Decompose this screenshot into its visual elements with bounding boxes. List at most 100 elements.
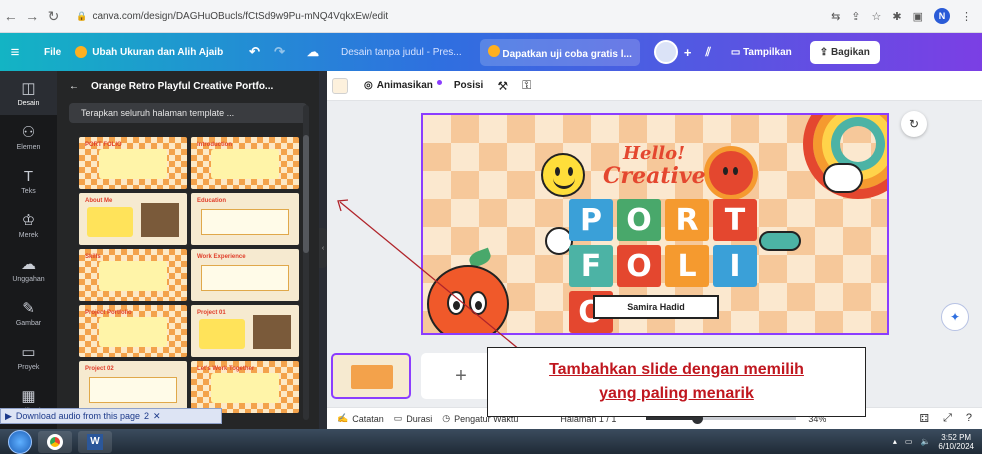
rail-item-merek[interactable]: ♔ Merek <box>0 203 57 247</box>
cloud-save-icon[interactable]: ☁ <box>307 45 319 59</box>
word-icon: W <box>87 433 103 450</box>
page-thumbnail[interactable] <box>331 353 411 399</box>
duration-label: Durasi <box>406 413 433 424</box>
redo-icon[interactable]: ↷ <box>274 44 285 60</box>
duration-button[interactable]: ▭ Durasi <box>394 413 433 424</box>
projects-icon: ▭ <box>21 344 36 361</box>
smiley-graphic <box>541 153 585 197</box>
context-toolbar: ◎ Animasikan Posisi ⚒ ⚿ <box>327 71 982 101</box>
thumbnail-card <box>201 209 289 235</box>
notes-button[interactable]: ✍ Catatan <box>337 413 384 424</box>
template-thumbnail[interactable]: Let's Work Together <box>191 361 299 413</box>
apple-character-graphic <box>427 265 509 333</box>
insights-chart-icon[interactable]: ⫽ <box>705 45 710 60</box>
share-icon[interactable]: ⇪ <box>851 10 860 23</box>
rail-item-elemen[interactable]: ⚇ Elemen <box>0 115 57 159</box>
grid-view-icon[interactable]: ⚃ <box>920 412 930 425</box>
reload-icon[interactable]: ↻ <box>43 8 64 25</box>
flower-graphic <box>709 151 753 195</box>
share-button[interactable]: ⇪ Bagikan <box>809 40 880 64</box>
profile-avatar[interactable]: N <box>934 8 951 24</box>
regenerate-icon[interactable]: ↻ <box>901 111 927 137</box>
template-thumbnail[interactable]: Introduction <box>191 137 299 189</box>
close-icon[interactable]: ✕ <box>153 411 161 422</box>
present-label: Tampilkan <box>743 46 792 58</box>
network-icon[interactable]: ▭ <box>905 437 913 446</box>
duration-icon: ▭ <box>393 413 403 423</box>
letter-block: P <box>569 199 613 241</box>
rail-item-teks[interactable]: T Teks <box>0 159 57 203</box>
background-color-swatch[interactable] <box>332 77 348 94</box>
forward-icon[interactable]: → <box>21 8 42 24</box>
thumbnail-title: Project 02 <box>85 366 114 372</box>
thumbnail-title: Work Experience <box>197 254 246 260</box>
cloud-graphic <box>823 163 863 193</box>
back-icon[interactable]: ← <box>0 8 21 24</box>
collapse-panel-handle[interactable]: ‹ <box>319 228 327 268</box>
address-bar[interactable]: 🔒 canva.com/design/DAGHuOBucls/fCtSd9w9P… <box>72 5 831 27</box>
position-button[interactable]: Posisi <box>454 80 483 91</box>
template-thumbnail[interactable]: Education <box>191 193 299 245</box>
system-clock[interactable]: 3:52 PM 6/10/2024 <box>938 433 974 451</box>
name-textbox[interactable]: Samira Hadid <box>593 295 719 319</box>
letter-block: O <box>617 199 661 241</box>
bookmark-star-icon[interactable]: ☆ <box>872 10 882 23</box>
template-thumbnail[interactable]: Project Portfolio <box>79 305 187 357</box>
new-badge-dot <box>436 80 442 85</box>
file-menu[interactable]: File <box>44 47 61 58</box>
template-thumbnail[interactable]: About Me <box>79 193 187 245</box>
taskbar-word[interactable]: W <box>78 430 112 453</box>
eyes-graphic <box>759 231 801 251</box>
resize-button[interactable]: Ubah Ukuran dan Alih Ajaib <box>75 46 223 58</box>
back-arrow-icon[interactable]: ← <box>69 81 79 92</box>
present-icon: ▭ <box>730 46 741 58</box>
add-collaborator-icon[interactable]: + <box>684 45 692 60</box>
zoom-slider[interactable] <box>646 413 797 424</box>
volume-icon[interactable]: 🔈 <box>920 437 930 446</box>
template-thumbnail[interactable]: PORT FOLIO <box>79 137 187 189</box>
letter-block: O <box>617 245 661 287</box>
template-thumbnail[interactable]: Work Experience <box>191 249 299 301</box>
rail-item-unggahan[interactable]: ☁ Unggahan <box>0 247 57 291</box>
tray-arrow-icon[interactable]: ▴ <box>893 437 897 446</box>
help-icon[interactable]: ? <box>966 412 972 425</box>
panel-scrollbar[interactable] <box>303 105 309 420</box>
browser-toolbar: ← → ↻ 🔒 canva.com/design/DAGHuOBucls/fCt… <box>0 0 982 33</box>
rail-item-gambar[interactable]: ✎ Gambar <box>0 291 57 335</box>
slide-creative-text[interactable]: Creative <box>603 163 706 189</box>
start-button[interactable] <box>8 429 32 454</box>
magic-assistant-icon[interactable]: ✦ <box>941 303 969 331</box>
rail-item-proyek[interactable]: ▭ Proyek <box>0 335 57 379</box>
animate-button[interactable]: ◎ Animasikan <box>364 80 442 91</box>
thumbnail-title: Education <box>197 198 227 204</box>
menu-dots-icon[interactable]: ⋮ <box>961 10 972 23</box>
apply-all-pages-button[interactable]: Terapkan seluruh halaman template ... <box>69 103 307 123</box>
lock-icon[interactable]: ⚿ <box>522 78 531 93</box>
sidepanel-icon[interactable]: ▣ <box>913 10 923 23</box>
download-audio-bar[interactable]: ▶ Download audio from this page 2 ✕ <box>0 408 222 424</box>
document-title[interactable]: Desain tanpa judul - Pres... <box>341 47 462 58</box>
scroll-thumb[interactable] <box>303 135 309 253</box>
template-thumbnail[interactable]: Project 02 <box>79 361 187 413</box>
undo-icon[interactable]: ↶ <box>249 44 260 60</box>
free-trial-button[interactable]: Dapatkan uji coba gratis l... <box>479 38 640 66</box>
thumbnail-card <box>211 149 279 179</box>
hamburger-icon[interactable]: ≡ <box>0 44 30 61</box>
side-rail: ◫ Desain ⚇ Elemen T Teks ♔ Merek ☁ Unggahan ✎ Gamba… <box>0 71 57 429</box>
rail-item-label: Gambar <box>15 320 42 327</box>
translate-icon[interactable]: ⇆ <box>831 10 840 23</box>
template-thumbnail[interactable]: Skills <box>79 249 187 301</box>
animate-label: Animasikan <box>376 80 433 91</box>
thumbnail-card <box>211 373 279 403</box>
slide-canvas[interactable]: Hello! Creative PORTFOLIO Samira Hadid <box>421 113 889 335</box>
extensions-icon[interactable]: ✱ <box>892 10 901 23</box>
present-button[interactable]: ▭ Tampilkan <box>721 41 802 64</box>
fullscreen-icon[interactable]: ⤢ <box>943 412 952 425</box>
collaborator-avatar[interactable] <box>653 40 678 64</box>
template-panel: ← Orange Retro Playful Creative Portfo..… <box>57 71 319 429</box>
slide-hello-text[interactable]: Hello! <box>623 143 685 164</box>
rail-item-desain[interactable]: ◫ Desain <box>0 71 57 115</box>
paint-format-icon[interactable]: ⚒ <box>497 79 508 93</box>
template-thumbnail[interactable]: Project 01 <box>191 305 299 357</box>
taskbar-chrome[interactable] <box>38 430 72 453</box>
